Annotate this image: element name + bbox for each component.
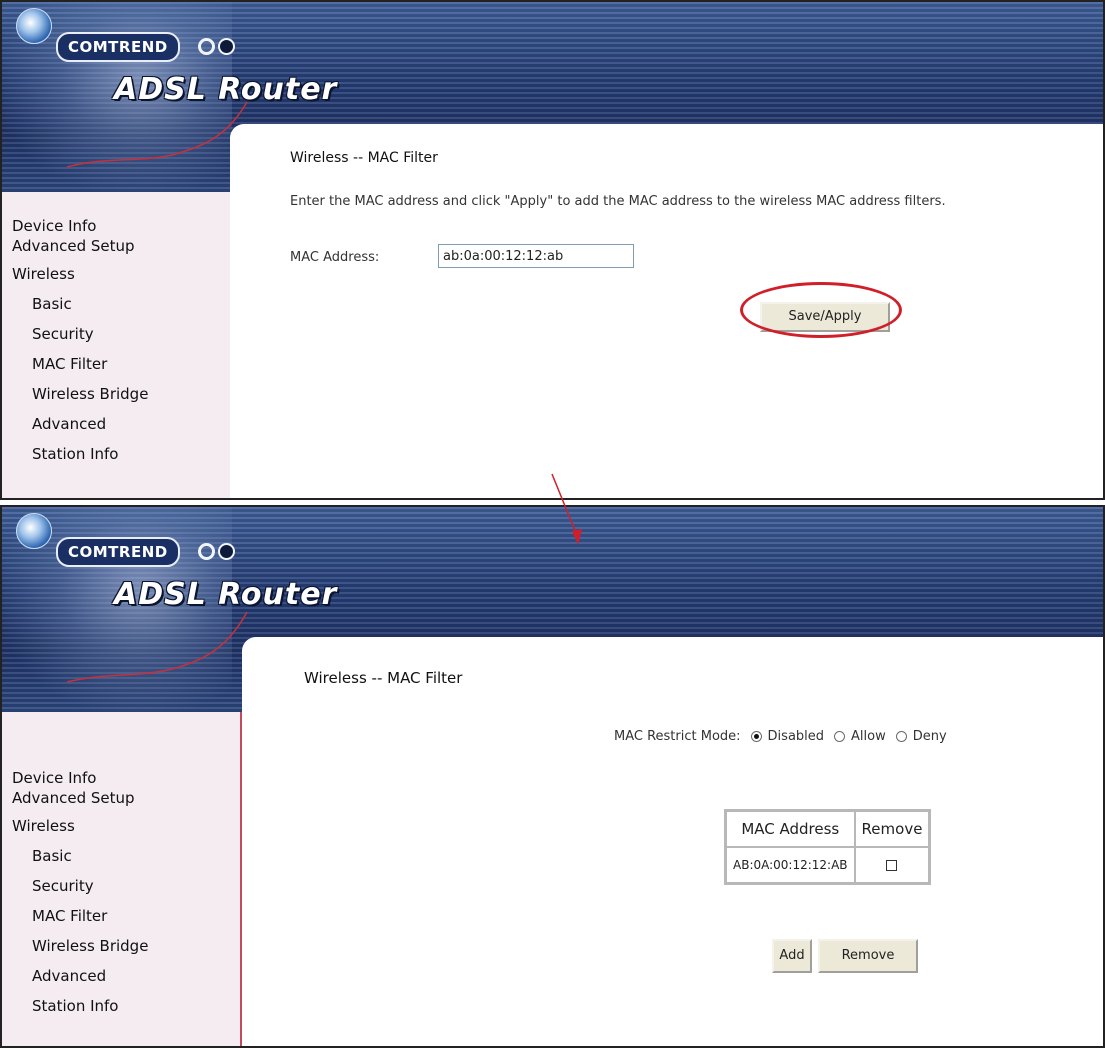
sidebar-item-mac-filter[interactable]: MAC Filter — [12, 906, 148, 926]
logo-circles-icon — [198, 541, 238, 560]
sidebar-item-device-info[interactable]: Device Info — [12, 768, 148, 788]
brand-logo: COMTREND — [56, 32, 180, 62]
mac-restrict-mode-label: MAC Restrict Mode: — [614, 729, 741, 744]
mac-address-cell: AB:0A:00:12:12:AB — [726, 847, 855, 883]
radio-allow[interactable] — [834, 731, 846, 742]
column-header-remove: Remove — [854, 811, 930, 847]
remove-checkbox[interactable] — [886, 860, 898, 871]
sidebar-item-wireless[interactable]: Wireless — [12, 264, 148, 284]
globe-logo-icon — [16, 513, 52, 549]
sidebar-nav: Device Info Advanced Setup Wireless Basi… — [2, 712, 242, 1046]
radio-disabled-label: Disabled — [767, 729, 825, 744]
sidebar-item-wireless-bridge[interactable]: Wireless Bridge — [12, 384, 148, 404]
mac-restrict-mode: MAC Restrict Mode: Disabled Allow Deny — [614, 729, 947, 744]
sidebar-item-security[interactable]: Security — [12, 876, 148, 896]
sidebar-item-advanced[interactable]: Advanced — [12, 414, 148, 434]
save-apply-button[interactable]: Save/Apply — [760, 302, 890, 332]
radio-deny-label: Deny — [912, 729, 947, 744]
brand-logo: COMTREND — [56, 537, 180, 567]
page-description: Enter the MAC address and click "Apply" … — [290, 194, 946, 209]
sidebar-item-device-info[interactable]: Device Info — [12, 216, 148, 236]
sidebar-nav: Device Info Advanced Setup Wireless Basi… — [2, 192, 232, 498]
main-content: Wireless -- MAC Filter MAC Restrict Mode… — [242, 637, 1103, 1046]
decorative-red-line — [66, 611, 248, 683]
remove-cell — [854, 847, 930, 883]
main-content: Wireless -- MAC Filter Enter the MAC add… — [230, 124, 1103, 498]
decorative-red-line — [66, 101, 248, 168]
radio-allow-label: Allow — [851, 729, 886, 744]
sidebar-item-basic[interactable]: Basic — [12, 846, 148, 866]
mac-filter-table: MAC Address Remove AB:0A:00:12:12:AB — [724, 809, 932, 885]
sidebar-item-advanced[interactable]: Advanced — [12, 966, 148, 986]
page-title: Wireless -- MAC Filter — [304, 669, 463, 687]
radio-deny[interactable] — [895, 731, 907, 742]
sidebar-item-wireless-bridge[interactable]: Wireless Bridge — [12, 936, 148, 956]
add-button[interactable]: Add — [772, 939, 812, 973]
column-header-mac-address: MAC Address — [726, 811, 855, 847]
panel-before: COMTREND ADSL Router Device Info Advance… — [0, 0, 1105, 500]
logo-circles-icon — [198, 36, 238, 55]
sidebar-item-basic[interactable]: Basic — [12, 294, 148, 314]
remove-button[interactable]: Remove — [818, 939, 918, 973]
mac-address-label: MAC Address: — [290, 250, 380, 265]
radio-disabled[interactable] — [750, 731, 762, 742]
mac-address-input[interactable] — [438, 244, 634, 268]
sidebar-item-advanced-setup[interactable]: Advanced Setup — [12, 236, 148, 256]
table-header-row: MAC Address Remove — [726, 811, 930, 847]
sidebar-item-security[interactable]: Security — [12, 324, 148, 344]
globe-logo-icon — [16, 8, 52, 44]
page-title: Wireless -- MAC Filter — [290, 150, 438, 166]
table-row: AB:0A:00:12:12:AB — [726, 847, 930, 883]
sidebar-item-advanced-setup[interactable]: Advanced Setup — [12, 788, 148, 808]
sidebar-item-station-info[interactable]: Station Info — [12, 444, 148, 464]
sidebar-item-wireless[interactable]: Wireless — [12, 816, 148, 836]
sidebar-item-mac-filter[interactable]: MAC Filter — [12, 354, 148, 374]
sidebar-item-station-info[interactable]: Station Info — [12, 996, 148, 1016]
panel-after: COMTREND ADSL Router Device Info Advance… — [0, 505, 1105, 1048]
